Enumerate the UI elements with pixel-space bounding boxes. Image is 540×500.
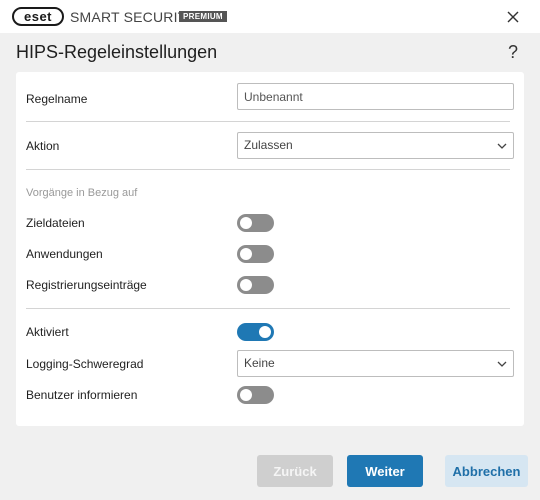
- help-button[interactable]: ?: [508, 42, 518, 63]
- product-name: SMART SECURITY: [70, 9, 196, 25]
- toggle-knob: [259, 326, 271, 338]
- divider: [26, 121, 510, 122]
- toggle-knob: [240, 248, 252, 260]
- eset-logo: eset: [12, 7, 64, 26]
- registry-entries-label: Registrierungseinträge: [26, 278, 147, 292]
- logging-severity-label: Logging-Schweregrad: [26, 357, 144, 371]
- cancel-button[interactable]: Abbrechen: [445, 455, 528, 487]
- toggle-knob: [240, 389, 252, 401]
- section-caption: Vorgänge in Bezug auf: [26, 187, 138, 199]
- next-button[interactable]: Weiter: [347, 455, 423, 487]
- enabled-toggle[interactable]: [237, 323, 274, 341]
- back-button[interactable]: Zurück: [257, 455, 333, 487]
- divider: [26, 169, 510, 170]
- chevron-down-icon: [497, 141, 507, 151]
- rule-name-label: Regelname: [26, 92, 88, 106]
- rule-name-input[interactable]: [237, 83, 514, 110]
- enabled-label: Aktiviert: [26, 325, 69, 339]
- notify-user-label: Benutzer informieren: [26, 388, 138, 402]
- toggle-knob: [240, 217, 252, 229]
- registry-entries-toggle[interactable]: [237, 276, 274, 294]
- target-files-toggle[interactable]: [237, 214, 274, 232]
- action-label: Aktion: [26, 139, 60, 153]
- title-bar: eset SMART SECURITY PREMIUM: [0, 0, 540, 33]
- divider: [26, 308, 510, 309]
- dialog-window: eset SMART SECURITY PREMIUM HIPS-Regelei…: [0, 0, 540, 500]
- toggle-knob: [240, 279, 252, 291]
- close-icon: [507, 11, 519, 23]
- edition-badge: PREMIUM: [179, 11, 227, 22]
- logging-severity-value: Keine: [244, 356, 275, 370]
- notify-user-toggle[interactable]: [237, 386, 274, 404]
- chevron-down-icon: [497, 359, 507, 369]
- close-button[interactable]: [504, 8, 522, 26]
- settings-panel: Regelname Aktion Zulassen Vorgänge in Be…: [16, 72, 524, 426]
- action-select-value: Zulassen: [244, 138, 293, 152]
- logging-severity-select[interactable]: Keine: [237, 350, 514, 377]
- applications-label: Anwendungen: [26, 247, 103, 261]
- page-title: HIPS-Regeleinstellungen: [16, 42, 218, 62]
- target-files-label: Zieldateien: [26, 216, 85, 230]
- applications-toggle[interactable]: [237, 245, 274, 263]
- action-select[interactable]: Zulassen: [237, 132, 514, 159]
